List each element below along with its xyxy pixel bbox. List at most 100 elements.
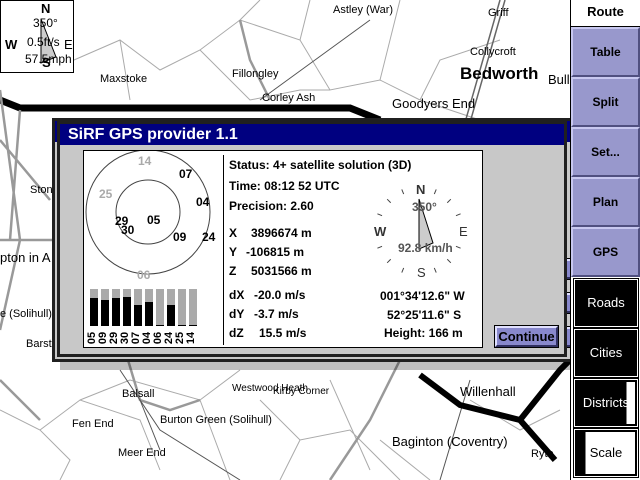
y-value: -106815 m <box>246 245 305 259</box>
plan-button[interactable]: Plan <box>571 177 640 227</box>
signal-bar-fill <box>145 302 153 326</box>
compass-tick <box>401 267 405 273</box>
y-label: Y <box>229 245 238 259</box>
split-button[interactable]: Split <box>571 77 640 127</box>
compass-w: W <box>5 37 18 52</box>
z-label: Z <box>229 264 237 278</box>
place-label: Ston <box>30 184 53 196</box>
place-label: Baginton (Coventry) <box>392 434 508 449</box>
dx-value: -20.0 m/s <box>254 288 306 302</box>
place-label: Barst <box>26 338 52 350</box>
place-label: Astley (War) <box>333 4 394 16</box>
signal-bar <box>178 289 186 326</box>
signal-bar-fill <box>134 305 142 326</box>
dx-label: dX <box>229 288 245 302</box>
compass-e: E <box>459 224 468 239</box>
table-button[interactable]: Table <box>571 27 640 77</box>
signal-bar <box>156 289 164 326</box>
compass-tick <box>386 198 392 204</box>
signal-bar-fill <box>156 325 164 326</box>
place-label: Fillongley <box>232 68 279 80</box>
place-label: Balsall <box>122 388 155 400</box>
signal-bar <box>145 289 153 326</box>
satellite-label: 04 <box>196 195 210 209</box>
place-label: e (Solihull) <box>0 308 52 320</box>
districts-toggle[interactable]: Districts <box>573 378 639 428</box>
dz-label: dZ <box>229 326 244 340</box>
compass-tick <box>446 258 452 264</box>
satellite-label: 24 <box>202 230 216 244</box>
vertical-speed: 0.5ft/s <box>27 35 60 49</box>
place-label: Bull <box>548 72 570 87</box>
place-label: Ryto <box>531 448 554 460</box>
compass-tick <box>433 267 437 273</box>
heading-value: 350° <box>33 16 58 30</box>
x-value: 3896674 m <box>251 226 312 240</box>
signal-bar <box>90 289 98 326</box>
signal-bar-fill <box>189 325 197 326</box>
latitude-value: 52°25'11.6" S <box>387 308 462 322</box>
dialog-title: SiRF GPS provider 1.1 <box>60 124 564 145</box>
divider <box>223 155 224 345</box>
satellite-label: 14 <box>138 154 152 168</box>
compass-tick <box>433 189 437 195</box>
dy-value: -3.7 m/s <box>254 307 299 321</box>
place-label: pton in A <box>0 250 51 265</box>
status-text: Status: 4+ satellite solution (3D) <box>229 158 412 172</box>
roads-toggle[interactable]: Roads <box>573 278 639 328</box>
signal-bar-fill <box>112 298 120 326</box>
compass-n: N <box>416 182 426 197</box>
signal-bar-fill <box>90 298 98 326</box>
compass-w: W <box>374 224 387 239</box>
compass-tick <box>386 258 392 264</box>
signal-bar <box>123 289 131 326</box>
compass-tick <box>455 213 461 217</box>
signal-bar <box>167 289 175 326</box>
place-label: Collycroft <box>470 46 516 58</box>
longitude-value: 001°34'12.6" W <box>380 289 465 303</box>
signal-bar-fill <box>178 325 186 326</box>
signal-bar-fill <box>101 300 109 326</box>
settings-button[interactable]: Set... <box>571 127 640 177</box>
compass-n: N <box>41 1 51 16</box>
place-label: Bedworth <box>460 64 539 83</box>
continue-button[interactable]: Continue <box>494 325 559 348</box>
signal-bar-label: 14 <box>185 331 198 345</box>
place-label: Goodyers End <box>392 96 476 111</box>
place-label: Burton Green (Solihull) <box>160 414 272 426</box>
dz-value: 15.5 m/s <box>259 326 307 340</box>
place-label: Fen End <box>72 418 114 430</box>
dy-label: dY <box>229 307 245 321</box>
time-text: Time: 08:12 52 UTC <box>229 179 340 193</box>
speed-value: 57.5mph <box>25 52 72 66</box>
compass-s: S <box>417 265 426 280</box>
heading-value: 350° <box>412 200 437 214</box>
precision-text: Precision: 2.60 <box>229 199 314 213</box>
signal-bar-fill <box>167 305 175 326</box>
compass-tick <box>446 198 452 204</box>
height-value: Height: 166 m <box>384 326 463 340</box>
satellite-label: 05 <box>147 213 161 227</box>
compass-tick <box>377 245 383 249</box>
signal-bar <box>112 289 120 326</box>
sidebar: Route Table Split Set... Plan GPS Roads … <box>570 0 640 480</box>
gps-button[interactable]: GPS <box>571 227 640 277</box>
compass-tick <box>401 189 405 195</box>
place-label: Meer End <box>118 447 166 459</box>
place-label: Corley Ash <box>262 92 316 104</box>
place-label: Maxstoke <box>100 73 148 85</box>
satellite-label: 09 <box>173 230 187 244</box>
signal-bar-fill <box>123 297 131 326</box>
place-label: Kirby Corner <box>273 386 330 397</box>
satellite-label: 30 <box>121 223 135 237</box>
sidebar-header: Route <box>571 0 640 27</box>
compass-tick <box>377 213 383 217</box>
cities-toggle[interactable]: Cities <box>573 328 639 378</box>
signal-bar <box>189 289 197 326</box>
signal-bar <box>101 289 109 326</box>
gps-info-panel: 14 07 25 04 29 05 30 09 24 06 05 09 29 30 07 04 06 24 25 1… <box>83 150 483 348</box>
mini-compass: N S W E 350° 0.5ft/s 57.5mph <box>0 0 74 73</box>
scale-toggle[interactable]: Scale <box>573 428 639 478</box>
satellite-label: 25 <box>99 187 113 201</box>
speed-value: 92.8 km/h <box>398 241 453 255</box>
